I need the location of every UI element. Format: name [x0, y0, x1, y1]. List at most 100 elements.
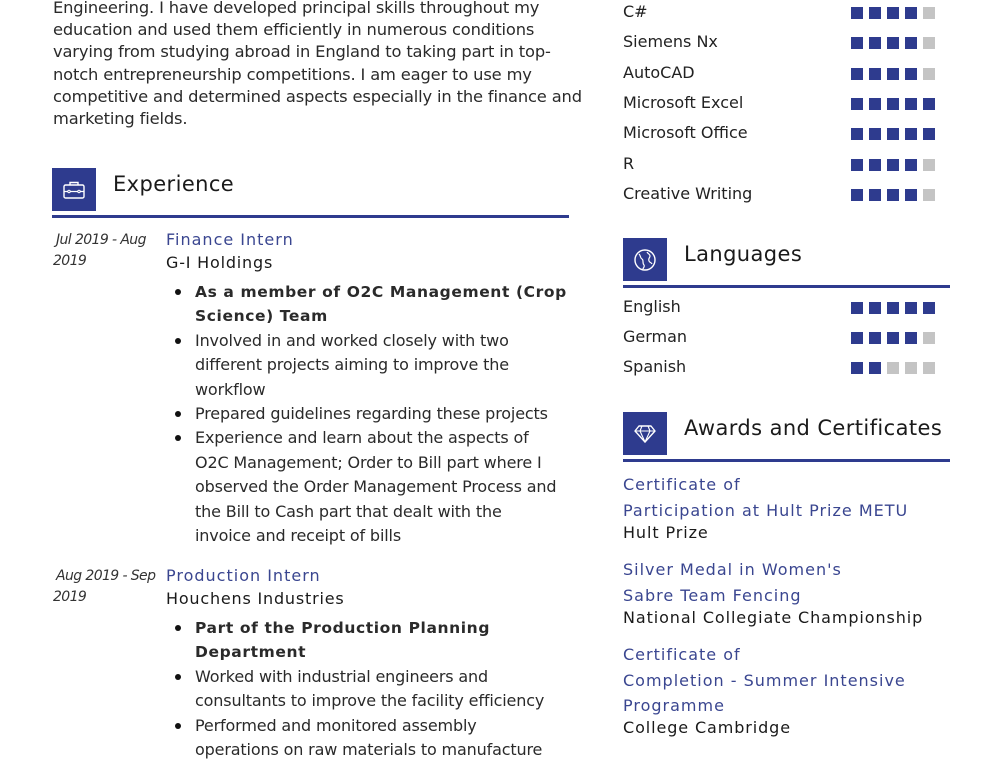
skill-rating — [851, 67, 935, 80]
skill-row: Microsoft Excel — [623, 93, 943, 117]
summary-line: Engineering. I have developed principal … — [53, 0, 540, 17]
skill-label: Microsoft Excel — [623, 92, 744, 112]
language-label: English — [623, 297, 681, 316]
language-rating — [851, 332, 935, 344]
languages-section-header: Languages — [623, 238, 950, 288]
skill-label: R — [623, 153, 635, 173]
rating-dot-filled — [887, 188, 899, 201]
job-date-line: Jul 2019 - Aug — [56, 232, 146, 248]
rating-dot-empty — [905, 362, 917, 374]
job-bullet: Part of the Production Planning Departmen… — [167, 616, 577, 665]
rating-dot-filled — [851, 37, 863, 50]
rating-dot-filled — [851, 97, 863, 110]
rating-dot-empty — [887, 362, 899, 374]
rating-dot-empty — [923, 158, 935, 171]
rating-dot-filled — [905, 37, 917, 50]
job-title: Finance Intern — [166, 230, 294, 249]
job-date-line: Aug 2019 - Sep — [56, 568, 156, 584]
rating-dot-filled — [905, 67, 917, 80]
experience-title: Experience — [113, 172, 235, 196]
job-bullet: Experience and learn about the aspects o… — [167, 426, 577, 548]
skill-label: C# — [623, 2, 648, 21]
job-company: G-I Holdings — [166, 253, 274, 272]
job-bullet: Worked with industrial engineers and cons… — [167, 665, 577, 714]
rating-dot-filled — [869, 362, 881, 374]
summary-line: marketing fields. — [53, 109, 188, 129]
summary-line: varying from studying abroad in England … — [53, 42, 551, 62]
rating-dot-filled — [905, 128, 917, 141]
language-label: German — [623, 327, 688, 346]
rating-dot-empty — [923, 67, 935, 80]
rating-dot-filled — [869, 188, 881, 201]
job-bullet: Involved in and worked closely with two d… — [167, 329, 577, 402]
job-title: Production Intern — [166, 566, 321, 585]
rating-dot-filled — [851, 67, 863, 80]
job-date-line: 2019 — [53, 253, 87, 269]
rating-dot-filled — [887, 67, 899, 80]
bullet-dot — [175, 289, 181, 295]
job-company: Houchens Industries — [166, 589, 345, 608]
rating-dot-filled — [851, 158, 863, 171]
rating-dot-filled — [869, 302, 881, 314]
globe-icon — [623, 238, 667, 281]
job-date: Jul 2019 - Aug 2019 — [53, 230, 146, 272]
rating-dot-filled — [923, 97, 935, 110]
bullet-dot — [175, 435, 181, 442]
rating-dot-filled — [851, 128, 863, 141]
rating-dot-filled — [851, 332, 863, 344]
rating-dot-filled — [905, 302, 917, 314]
language-row: Spanish — [623, 357, 943, 381]
summary-line: notch entrepreneurship competitions. I a… — [53, 64, 532, 84]
language-row: German — [623, 327, 943, 351]
job-bullets: Part of the Production Planning Departmen… — [167, 616, 577, 762]
rating-dot-filled — [887, 158, 899, 171]
job-bullet: Prepared guidelines regarding these proj… — [167, 402, 577, 426]
summary-line: competitive and determined aspects espec… — [53, 86, 582, 106]
rating-dot-filled — [887, 302, 899, 314]
rating-dot-filled — [869, 158, 881, 171]
award-organization: College Cambridge — [623, 718, 791, 737]
rating-dot-empty — [923, 37, 935, 50]
rating-dot-empty — [923, 7, 935, 19]
award-organization: National Collegiate Championship — [623, 608, 924, 627]
skill-row: C# — [623, 2, 943, 26]
award-organization: Hult Prize — [623, 523, 709, 542]
skill-rating — [851, 7, 935, 19]
rating-dot-filled — [869, 37, 881, 50]
awards-title: Awards and Certificates — [684, 416, 943, 440]
skill-rating — [851, 188, 935, 201]
bullet-dot — [175, 411, 181, 418]
job-bullets: As a member of O2C Management (Crop Scien… — [167, 280, 577, 548]
skill-label: Siemens Nx — [623, 32, 718, 52]
skill-rating — [851, 128, 935, 141]
skill-label: Microsoft Office — [623, 123, 748, 143]
job-date-line: 2019 — [53, 589, 87, 605]
language-row: English — [623, 297, 943, 321]
rating-dot-empty — [923, 362, 935, 374]
rating-dot-filled — [887, 332, 899, 344]
skill-row: Siemens Nx — [623, 32, 943, 56]
skill-row: AutoCAD — [623, 63, 943, 87]
summary-line: education and used them efficiently in n… — [53, 20, 535, 40]
award-title: Certificate of Completion - Summer Intens… — [623, 645, 906, 715]
rating-dot-filled — [905, 7, 917, 19]
job-bullet: As a member of O2C Management (Crop Scien… — [167, 280, 577, 329]
language-rating — [851, 362, 935, 374]
skill-rating — [851, 97, 935, 110]
rating-dot-filled — [923, 302, 935, 314]
section-divider — [52, 215, 569, 218]
bullet-dot — [175, 722, 181, 729]
skill-row: Microsoft Office — [623, 123, 943, 147]
award-title: Certificate of Participation at Hult Priz… — [623, 475, 909, 520]
rating-dot-filled — [869, 332, 881, 344]
language-rating — [851, 302, 935, 314]
rating-dot-filled — [905, 97, 917, 110]
rating-dot-filled — [887, 128, 899, 141]
awards-section-header: Awards and Certificates — [623, 412, 950, 462]
award-title: Silver Medal in Women's Sabre Team Fencin… — [623, 560, 842, 605]
section-divider — [623, 459, 950, 462]
bullet-dot — [175, 673, 181, 680]
summary-text: Engineering. I have developed principal … — [53, 0, 583, 130]
rating-dot-filled — [905, 158, 917, 171]
rating-dot-filled — [869, 67, 881, 80]
